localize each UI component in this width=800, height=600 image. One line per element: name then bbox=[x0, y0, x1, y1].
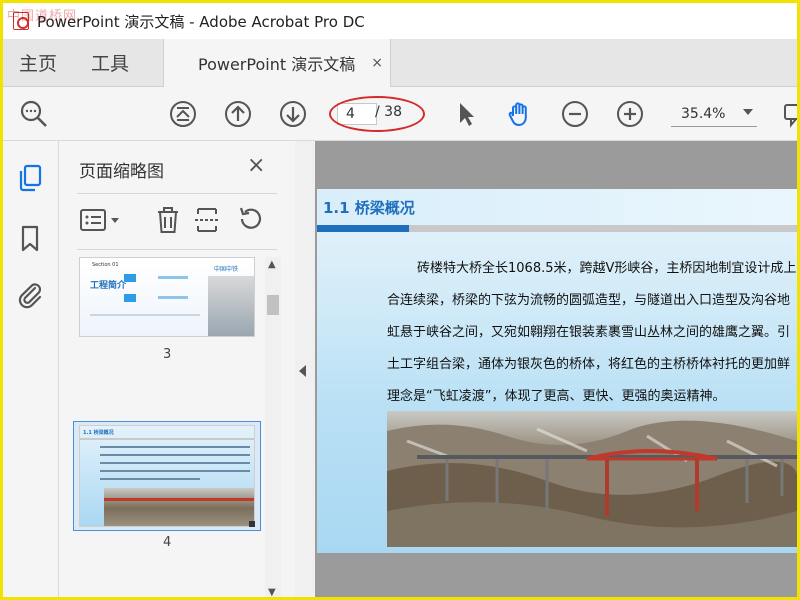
page-thumbnails-panel: 页面缩略图 × Section 01 工程简介 中国中铁 3 1.1 桥梁概况 … bbox=[59, 141, 295, 597]
thumbnail-text-line bbox=[158, 276, 188, 279]
thumbnail-text-line bbox=[100, 454, 250, 456]
panel-title: 页面缩略图 bbox=[79, 162, 164, 182]
close-panel-icon[interactable]: × bbox=[247, 153, 265, 178]
slide-text-line: 砖楼特大桥全长1068.5米，跨越V形峡谷，主桥因地制宜设计成上 bbox=[417, 261, 797, 276]
insert-page-icon[interactable] bbox=[192, 205, 222, 235]
annotation-ellipse bbox=[329, 96, 425, 132]
delete-page-icon[interactable] bbox=[153, 205, 183, 235]
collapse-panel-icon[interactable] bbox=[299, 365, 306, 377]
thumbnail-resize-handle[interactable] bbox=[249, 521, 255, 527]
bridge-photo bbox=[387, 411, 797, 547]
tab-home[interactable]: 主页 bbox=[19, 39, 57, 86]
document-tab-label: PowerPoint 演示文稿 bbox=[198, 55, 356, 74]
zoom-out-icon[interactable] bbox=[560, 99, 590, 129]
scroll-up-icon[interactable]: ▲ bbox=[268, 259, 276, 270]
thumbnail-page-number: 3 bbox=[163, 347, 172, 362]
slide-text-line: 虹悬于峡谷之间，又宛如翱翔在银装素裹雪山丛林之间的雄鹰之翼。引 bbox=[387, 325, 791, 340]
search-zoom-icon[interactable] bbox=[19, 99, 49, 129]
page-thumbnails-icon[interactable] bbox=[15, 163, 45, 193]
document-view[interactable]: 1.1 桥梁概况 砖楼特大桥全长1068.5米，跨越V形峡谷，主桥因地制宜设计成… bbox=[315, 141, 797, 597]
chevron-down-icon[interactable] bbox=[743, 109, 753, 115]
thumbnail-photo bbox=[104, 488, 254, 526]
thumbnail-photo bbox=[208, 276, 254, 336]
previous-page-icon[interactable] bbox=[223, 99, 253, 129]
window-title: PowerPoint 演示文稿 - Adobe Acrobat Pro DC bbox=[37, 12, 365, 31]
tab-tools[interactable]: 工具 bbox=[91, 39, 129, 86]
select-cursor-icon[interactable] bbox=[451, 99, 481, 129]
thumbnails-scrollbar[interactable]: ▲ ▼ bbox=[265, 257, 281, 597]
first-page-icon[interactable] bbox=[168, 99, 198, 129]
close-tab-icon[interactable]: × bbox=[371, 55, 383, 71]
thumbnail-divider bbox=[80, 438, 254, 440]
slide-title-bar bbox=[317, 225, 797, 232]
thumbnail-text-line bbox=[90, 314, 200, 316]
thumbnail-text-line bbox=[100, 478, 200, 480]
thumbnail-text-line bbox=[100, 462, 250, 464]
bookmark-icon[interactable] bbox=[15, 223, 45, 253]
thumbnail-section-label: Section 01 bbox=[92, 262, 119, 268]
app-window: PowerPoint 演示文稿 - Adobe Acrobat Pro DC 中… bbox=[0, 0, 800, 600]
slide-title-bar-accent bbox=[317, 225, 409, 232]
slide-page: 1.1 桥梁概况 砖楼特大桥全长1068.5米，跨越V形峡谷，主桥因地制宜设计成… bbox=[317, 189, 797, 553]
tab-document[interactable]: PowerPoint 演示文稿 × bbox=[163, 39, 391, 87]
thumbnail-heading: 工程简介 bbox=[90, 281, 127, 291]
slide-text-line: 理念是“飞虹凌渡”，体现了更高、更快、更强的奥运精神。 bbox=[387, 389, 726, 404]
thumbnail-bridge bbox=[104, 498, 254, 501]
thumbnail-page-number: 4 bbox=[163, 535, 172, 550]
zoom-in-icon[interactable] bbox=[615, 99, 645, 129]
thumbnail-heading: 1.1 桥梁概况 bbox=[83, 430, 114, 436]
tab-bar: 主页 工具 PowerPoint 演示文稿 × bbox=[3, 39, 797, 87]
panel-divider bbox=[77, 249, 277, 250]
attachment-icon[interactable] bbox=[15, 279, 45, 309]
site-watermark: 中国道桥网 bbox=[7, 9, 78, 24]
scrollbar-thumb[interactable] bbox=[267, 295, 279, 315]
title-bar: PowerPoint 演示文稿 - Adobe Acrobat Pro DC 中… bbox=[3, 3, 797, 39]
rotate-page-icon[interactable] bbox=[235, 205, 265, 235]
thumbnail-brand: 中国中铁 bbox=[214, 266, 239, 273]
toolbar: 4 / 38 35.4% bbox=[3, 87, 797, 141]
thumbnail-arrow-box bbox=[124, 294, 136, 302]
thumbnail-page-4[interactable]: 1.1 桥梁概况 bbox=[79, 425, 255, 527]
thumbnail-arrow-box bbox=[124, 274, 136, 282]
comment-icon[interactable] bbox=[781, 99, 797, 129]
hand-tool-icon[interactable] bbox=[505, 99, 535, 129]
bridge-photo-illustration bbox=[387, 420, 797, 547]
thumbnail-options-icon[interactable] bbox=[79, 205, 123, 235]
thumbnail-text-line bbox=[158, 296, 188, 299]
slide-title: 1.1 桥梁概况 bbox=[323, 199, 415, 217]
scroll-down-icon[interactable]: ▼ bbox=[268, 587, 276, 597]
thumbnail-page-3[interactable]: Section 01 工程简介 中国中铁 bbox=[79, 257, 255, 337]
thumbnail-text-line bbox=[100, 470, 250, 472]
slide-text-line: 合连续梁，桥梁的下弦为流畅的圆弧造型，与隧道出入口造型及沟谷地 bbox=[387, 293, 791, 308]
next-page-icon[interactable] bbox=[278, 99, 308, 129]
slide-header: 1.1 桥梁概况 bbox=[317, 189, 797, 225]
panel-divider bbox=[77, 193, 277, 194]
slide-text-line: 土工字组合梁，通体为银灰色的桥体，将红色的主桥桥体衬托的更加鲜 bbox=[387, 357, 791, 372]
thumbnail-text-line bbox=[100, 446, 250, 448]
navigation-rail bbox=[3, 141, 59, 597]
